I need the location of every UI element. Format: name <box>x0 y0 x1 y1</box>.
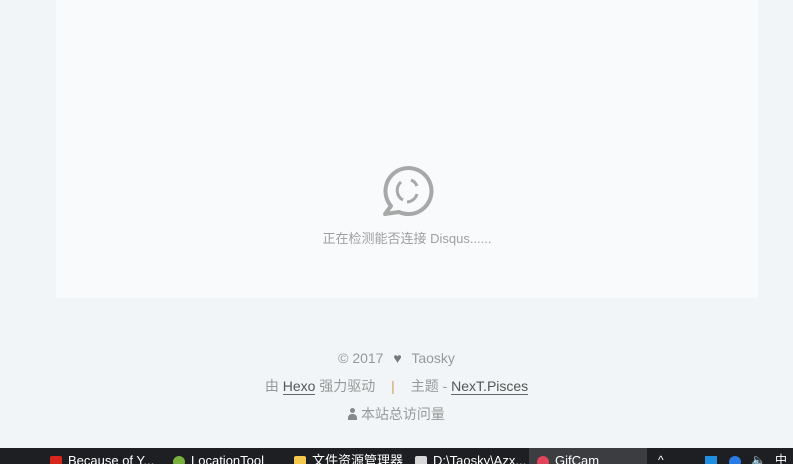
app-tray-icon[interactable] <box>729 456 741 464</box>
volume-icon[interactable]: 🔈 <box>751 448 766 464</box>
bluetooth-icon[interactable] <box>705 456 717 464</box>
taskbar-item-gifcam[interactable]: GifCam <box>529 448 647 464</box>
taskbar-item-because-of-y[interactable]: Because of Y... <box>50 448 154 464</box>
author-name: Taosky <box>411 350 455 366</box>
app-icon <box>173 456 185 464</box>
copyright: © 2017 <box>338 350 384 366</box>
tray-chevron-button[interactable]: ^ <box>658 448 664 464</box>
gifcam-icon <box>537 456 549 464</box>
site-footer: © 2017 ♥ Taosky 由 Hexo 强力驱动 | 主题 - NexT.… <box>0 349 793 433</box>
heart-icon: ♥ <box>393 350 402 366</box>
comments-panel: 正在检测能否连接 Disqus...... <box>56 0 758 298</box>
footer-separator: | <box>391 378 395 394</box>
folder-icon <box>294 456 306 464</box>
visits-label: 本站总访问量 <box>360 406 445 422</box>
app-icon <box>50 456 62 464</box>
theme-link[interactable]: NexT.Pisces <box>451 378 529 395</box>
taskbar-item-file-explorer[interactable]: 文件资源管理器 <box>294 448 403 464</box>
notepad-icon <box>415 456 427 464</box>
chat-bubble-icon <box>383 166 434 216</box>
taskbar: Because of Y... LocationTool 文件资源管理器 D:\… <box>0 448 793 464</box>
hexo-link[interactable]: Hexo <box>282 378 316 395</box>
powered-suffix: 强力驱动 <box>319 378 376 394</box>
loading-text: 正在检测能否连接 Disqus...... <box>322 231 492 246</box>
theme-prefix: 主题 - <box>410 378 448 394</box>
disqus-loader: 正在检测能否连接 Disqus...... <box>56 166 758 247</box>
taskbar-item-locationtool[interactable]: LocationTool <box>173 448 264 464</box>
taskbar-item-notepad[interactable]: D:\Taosky\Azx... <box>415 448 526 464</box>
user-icon <box>348 408 358 420</box>
ime-indicator[interactable]: 中 <box>775 448 787 464</box>
powered-prefix: 由 <box>264 378 279 394</box>
